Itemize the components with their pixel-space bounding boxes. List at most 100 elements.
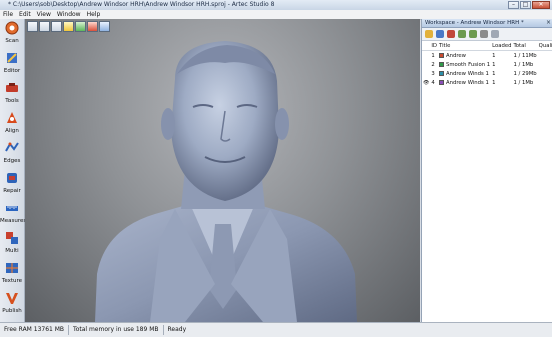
status-free-ram: Free RAM 13761 MB — [0, 325, 69, 335]
tool-align[interactable]: Align — [0, 109, 24, 141]
workspace-table-header: ID Title Loaded Total Quality — [422, 41, 552, 51]
scan-icon — [5, 21, 19, 35]
col-id[interactable]: ID — [430, 41, 438, 51]
close-button[interactable]: ✕ — [532, 1, 550, 9]
measures-icon — [5, 201, 19, 215]
row-id: 4 — [430, 78, 438, 87]
tool-editor[interactable]: Editor — [0, 49, 24, 81]
tools-icon — [5, 81, 19, 95]
row-title: Andrew — [438, 51, 491, 61]
col-loaded[interactable]: Loaded — [491, 41, 512, 51]
row-total: 1 / 1Mb — [512, 60, 537, 69]
row-title: Smooth Fusion 1 — [438, 60, 491, 69]
row-quality — [538, 51, 552, 61]
status-memory: Total memory in use 189 MB — [69, 325, 163, 335]
row-quality — [538, 69, 552, 78]
visibility-toggle[interactable] — [422, 51, 430, 61]
menu-file[interactable]: File — [0, 10, 16, 19]
open-folder-icon[interactable] — [425, 30, 433, 38]
row-id: 2 — [430, 60, 438, 69]
col-visibility — [422, 41, 430, 51]
eye-icon[interactable]: 👁 — [422, 78, 430, 87]
publish-icon — [5, 291, 19, 305]
color-swatch-icon[interactable] — [439, 53, 444, 58]
workspace-title: Workspace - Andrew Windsor HRH * — [425, 19, 524, 27]
tool-texture-label: Texture — [0, 278, 24, 284]
workspace-header: Workspace - Andrew Windsor HRH * × — [422, 19, 552, 28]
tool-repair[interactable]: Repair — [0, 169, 24, 201]
row-title: Andrew Winds 1 — [438, 78, 491, 87]
row-title-text: Andrew — [446, 53, 466, 59]
save-icon[interactable] — [436, 30, 444, 38]
workspace-toolbar — [422, 28, 552, 41]
close-panel-icon[interactable]: × — [546, 19, 551, 27]
tool-scan[interactable]: Scan — [0, 19, 24, 51]
row-title-text: Smooth Fusion 1 — [446, 62, 490, 68]
row-id: 1 — [430, 51, 438, 61]
repair-icon — [5, 171, 19, 185]
tool-align-label: Align — [0, 128, 24, 134]
tool-measures-label: Measures — [0, 218, 24, 224]
tool-multi[interactable]: Multi — [0, 229, 24, 261]
workspace-row[interactable]: 3Andrew Winds 111 / 29Mb — [422, 69, 552, 78]
col-total[interactable]: Total — [512, 41, 537, 51]
row-total: 1 / 11Mb — [512, 51, 537, 61]
maximize-button[interactable]: □ — [520, 1, 531, 9]
left-toolbar: Scan Editor Tools Align Edges Repair Mea… — [0, 19, 25, 322]
settings-icon[interactable] — [480, 30, 488, 38]
row-total: 1 / 1Mb — [512, 78, 537, 87]
menu-window[interactable]: Window — [54, 10, 84, 19]
workspace-panel: Workspace - Andrew Windsor HRH * × ID Ti… — [421, 19, 552, 322]
workspace-row[interactable]: 2 Smooth Fusion 111 / 1Mb — [422, 60, 552, 69]
menu-edit[interactable]: Edit — [16, 10, 34, 19]
row-title: Andrew Winds 1 — [438, 69, 491, 78]
tool-tools[interactable]: Tools — [0, 79, 24, 111]
row-id: 3 — [430, 69, 438, 78]
3d-viewport[interactable] — [25, 19, 420, 322]
delete-icon[interactable] — [447, 30, 455, 38]
tool-edges[interactable]: Edges — [0, 139, 24, 171]
row-loaded: 1 — [491, 60, 512, 69]
row-title-text: Andrew Winds 1 — [446, 80, 489, 86]
options-icon[interactable] — [491, 30, 499, 38]
row-loaded: 1 — [491, 78, 512, 87]
col-quality[interactable]: Quality — [538, 41, 552, 51]
menu-help[interactable]: Help — [84, 10, 104, 19]
workspace-table: ID Title Loaded Total Quality 1Andrew11 … — [422, 41, 552, 87]
color-swatch-icon[interactable] — [439, 62, 444, 67]
tool-publish[interactable]: Publish — [0, 289, 24, 321]
tool-multi-label: Multi — [0, 248, 24, 254]
row-loaded: 1 — [491, 69, 512, 78]
color-swatch-icon[interactable] — [439, 80, 444, 85]
visibility-toggle[interactable] — [422, 60, 430, 69]
tool-measures[interactable]: Measures — [0, 199, 24, 231]
workspace-row[interactable]: 👁4 Andrew Winds 111 / 1Mb — [422, 78, 552, 87]
workspace-row[interactable]: 1Andrew11 / 11Mb — [422, 51, 552, 61]
tool-tools-label: Tools — [0, 98, 24, 104]
color-swatch-icon[interactable] — [439, 71, 444, 76]
redo-icon[interactable] — [469, 30, 477, 38]
row-loaded: 1 — [491, 51, 512, 61]
tool-editor-label: Editor — [0, 68, 24, 74]
tool-repair-label: Repair — [0, 188, 24, 194]
multi-icon — [5, 231, 19, 245]
minimize-button[interactable]: – — [508, 1, 519, 9]
tool-texture[interactable]: Texture — [0, 259, 24, 291]
row-quality — [538, 60, 552, 69]
col-title[interactable]: Title — [438, 41, 491, 51]
editor-icon — [5, 51, 19, 65]
menu-view[interactable]: View — [34, 10, 54, 19]
tool-scan-label: Scan — [0, 38, 24, 44]
align-icon — [5, 111, 19, 125]
row-quality — [538, 78, 552, 87]
visibility-toggle[interactable] — [422, 69, 430, 78]
status-state: Ready — [164, 325, 191, 335]
texture-icon — [5, 261, 19, 275]
row-total: 1 / 29Mb — [512, 69, 537, 78]
undo-icon[interactable] — [458, 30, 466, 38]
window-controls: – □ ✕ — [508, 1, 550, 9]
tool-edges-label: Edges — [0, 158, 24, 164]
3d-model-bust — [25, 19, 420, 322]
tool-publish-label: Publish — [0, 308, 24, 314]
edges-icon — [5, 141, 19, 155]
